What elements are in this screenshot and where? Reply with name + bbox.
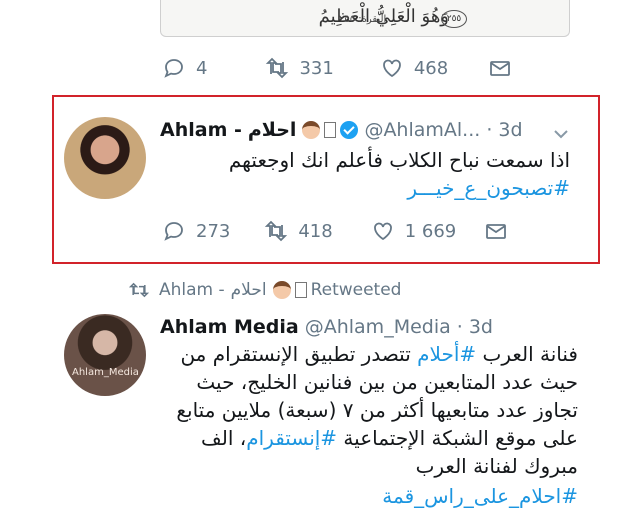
hashtag-link[interactable]: #احلام_على_راس_قمة <box>382 482 578 510</box>
verse-number-badge: ٢٥٥ <box>441 10 467 28</box>
avatar-watermark: Ahlam_Media <box>72 367 139 378</box>
like-count: 468 <box>413 57 449 79</box>
missing-glyph-icon <box>294 282 307 298</box>
heart-icon <box>373 222 392 241</box>
timestamp[interactable]: · 3d <box>486 119 522 141</box>
text-segment: فنانة العرب <box>476 342 578 366</box>
retweet-icon <box>266 57 289 79</box>
quoted-image[interactable]: وَهُوَ الْعَلِيُّ الْعَظِيمُ ٢٥٥ البقرة:… <box>160 0 570 37</box>
tweet-text: اذا سمعت نباح الكلاب فأعلم انك اوجعتهم <box>228 148 570 172</box>
tweet1-header: Ahlam - احلام @AhlamAl... · 3d <box>160 119 523 141</box>
retweeter-name[interactable]: Ahlam - <box>159 280 225 300</box>
display-name[interactable]: Ahlam - <box>160 119 242 141</box>
retweet-icon <box>129 282 149 298</box>
avatar[interactable] <box>64 117 146 199</box>
retweeted-banner: Ahlam - احلام Retweeted <box>129 280 401 300</box>
text-segment: تتصدر تطبيق الإنستقرام من <box>180 342 418 366</box>
envelope-icon <box>490 61 511 76</box>
dm-button[interactable] <box>484 219 508 243</box>
reply-icon <box>164 59 183 78</box>
hashtag-link[interactable]: #تصبحون_ع_خيـــر <box>407 174 570 202</box>
tweet-text-line: حيث عدد المتابعين من بين فنانين الخليج، … <box>196 370 578 394</box>
text-segment: ، الف <box>201 426 247 450</box>
retweeter-name-arabic[interactable]: احلام <box>231 280 267 300</box>
handle[interactable]: @AhlamAl... <box>364 119 480 141</box>
hashtag-link[interactable]: #إنستقرام <box>246 426 337 450</box>
verified-badge-icon <box>340 121 359 139</box>
reply-button[interactable]: 4 <box>162 56 207 80</box>
reply-button[interactable]: 273 <box>162 219 230 243</box>
display-name-arabic[interactable]: احلام <box>248 119 297 141</box>
avatar[interactable]: Ahlam_Media <box>64 314 146 396</box>
like-button[interactable]: 468 <box>380 56 448 80</box>
retweet-icon <box>265 220 288 242</box>
retweet-count: 418 <box>298 220 333 242</box>
display-name[interactable]: Ahlam Media <box>160 316 299 338</box>
hashtag-link[interactable]: #أحلام <box>417 342 476 366</box>
tweet-text-line: على موقع الشبكة الإجتماعية #إنستقرام، ال… <box>201 424 578 452</box>
envelope-icon <box>486 224 507 239</box>
dm-button[interactable] <box>488 56 512 80</box>
chevron-down-icon[interactable] <box>554 124 568 143</box>
like-count: 1 669 <box>404 220 457 242</box>
missing-glyph-icon <box>324 122 337 138</box>
girl-emoji-icon <box>272 281 291 299</box>
heart-icon <box>382 59 401 78</box>
girl-emoji-icon <box>302 121 321 139</box>
retweet-button[interactable]: 418 <box>264 219 333 243</box>
tweet1-actions: 273 418 1 669 <box>162 219 508 243</box>
tweet2-header: Ahlam Media @Ahlam_Media · 3d <box>160 316 493 338</box>
retweet-button[interactable]: 331 <box>265 56 334 80</box>
timestamp[interactable]: · 3d <box>457 316 493 338</box>
tweet-text-line: فنانة العرب #أحلام تتصدر تطبيق الإنستقرا… <box>180 340 578 368</box>
reply-count: 273 <box>196 220 231 242</box>
tweet-text-line: مبروك لفنانة العرب <box>415 454 578 478</box>
tweet0-actions: 4 331 468 <box>162 56 512 80</box>
retweeted-label: Retweeted <box>310 280 402 300</box>
retweet-count: 331 <box>299 57 334 79</box>
handle[interactable]: @Ahlam_Media <box>305 316 451 338</box>
text-segment: على موقع الشبكة الإجتماعية <box>337 426 578 450</box>
reply-count: 4 <box>196 57 208 79</box>
tweet-text-line: تجاوز عدد متابعيها أكثر من ٧ (سبعة) ملاي… <box>176 398 578 422</box>
like-button[interactable]: 1 669 <box>371 219 457 243</box>
verse-reference: البقرة: ٢٥٥ <box>339 14 387 25</box>
reply-icon <box>164 222 183 241</box>
